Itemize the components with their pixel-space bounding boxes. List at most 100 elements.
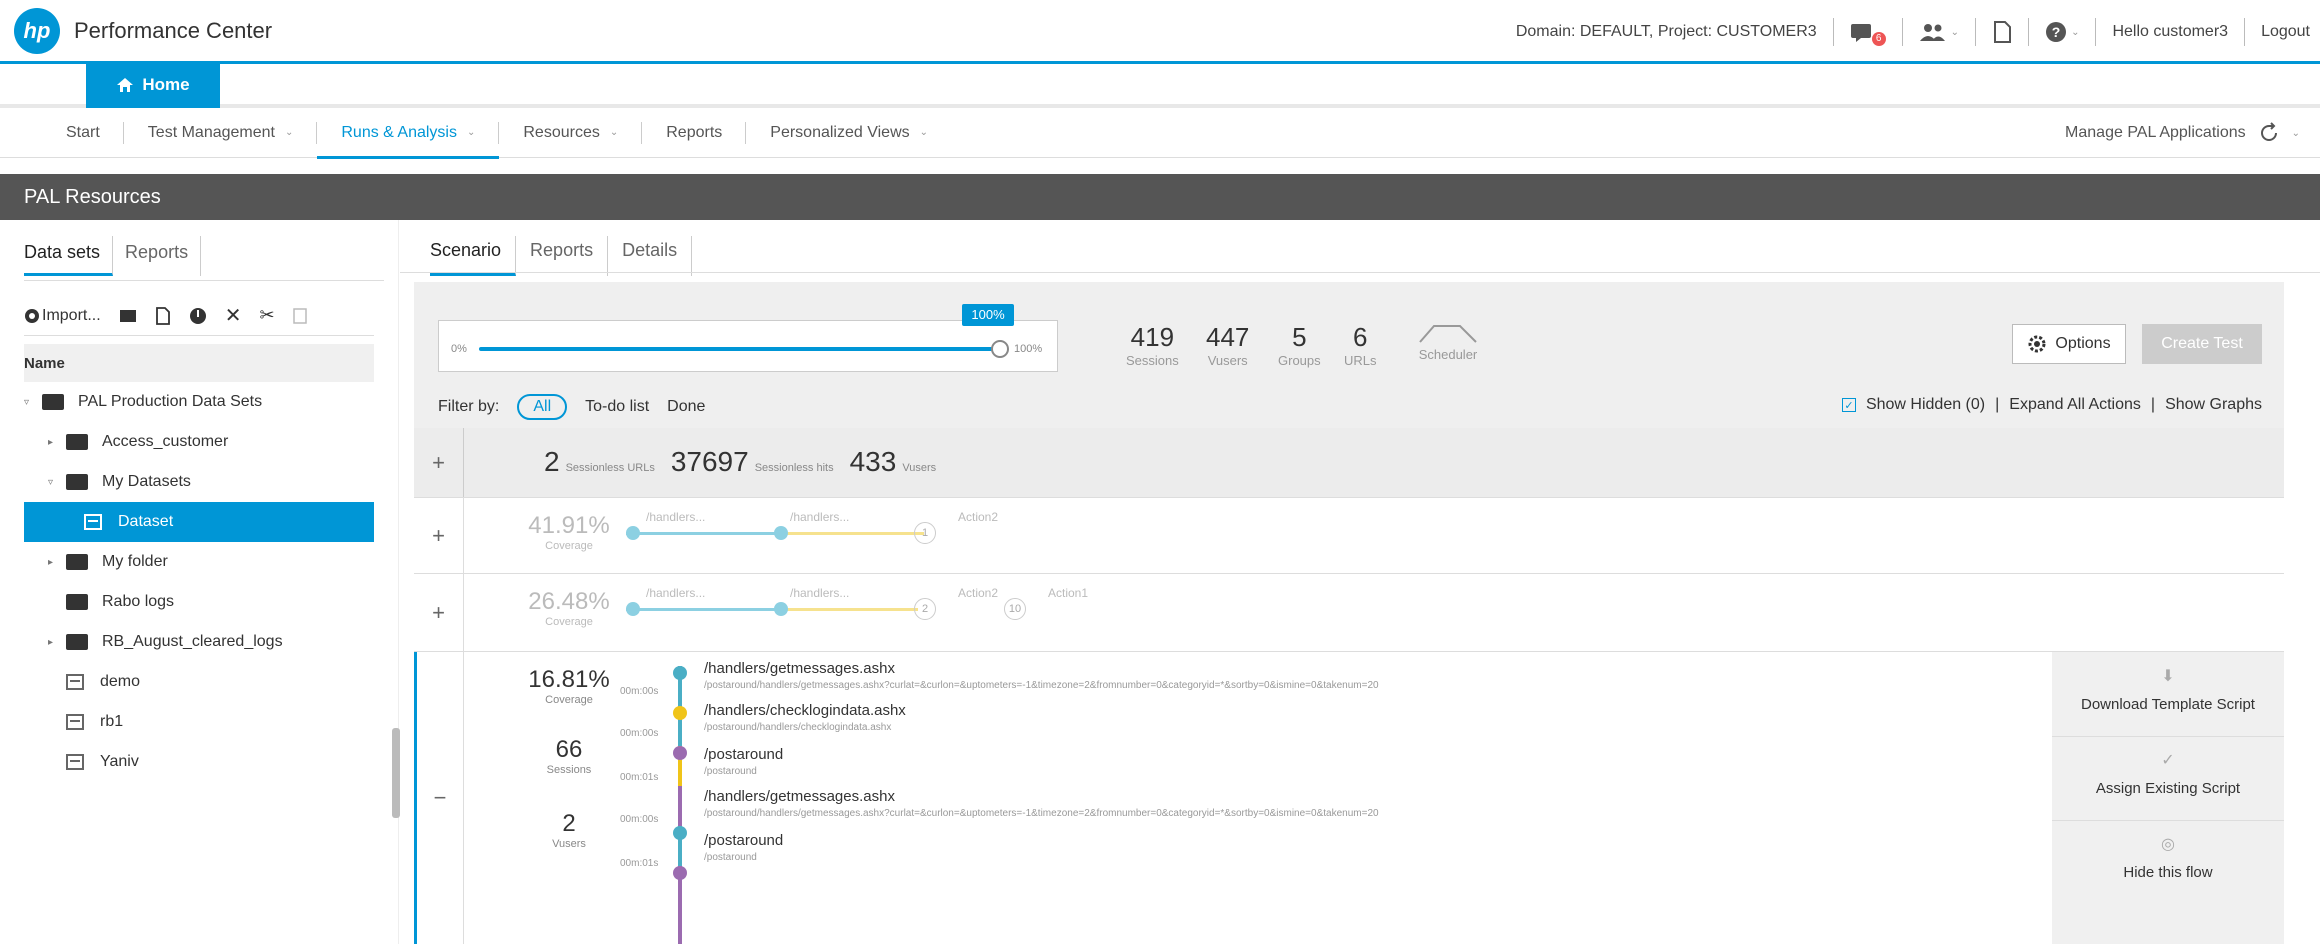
request-title[interactable]: /postaround [704, 832, 783, 849]
import-button[interactable]: Import... [24, 307, 101, 325]
download-template-script-button[interactable]: ⬇ Download Template Script [2052, 666, 2284, 713]
tab-reports-left[interactable]: Reports [113, 236, 202, 276]
show-hidden-checkbox[interactable]: ✓ [1841, 398, 1856, 412]
refresh-icon[interactable] [2258, 122, 2280, 144]
coverage-label: Coverage [545, 694, 593, 706]
loop-count: 10 [1004, 598, 1026, 620]
power-icon[interactable] [189, 307, 207, 325]
sessionless-value: 2 [544, 446, 560, 477]
expand-button[interactable]: + [414, 498, 464, 573]
home-tab[interactable]: Home [86, 62, 220, 108]
cut-icon[interactable]: ✂ [259, 305, 274, 326]
expand-arrow-icon[interactable]: ▸ [48, 437, 66, 448]
document-icon[interactable] [1992, 21, 2012, 43]
show-graphs-link[interactable]: Show Graphs [2165, 396, 2262, 414]
expand-arrow-icon[interactable]: ▿ [48, 477, 66, 488]
header-right: Domain: DEFAULT, Project: CUSTOMER3 6 ⌄ … [1516, 0, 2310, 64]
nav-reports[interactable]: Reports [642, 108, 747, 158]
loop-count: 2 [914, 598, 936, 620]
filter-bar: Filter by: All To-do list Done [438, 394, 705, 420]
sessionless-label: Sessionless URLs [565, 462, 655, 474]
filter-all[interactable]: All [517, 394, 568, 420]
request-title[interactable]: /handlers/getmessages.ashx [704, 788, 895, 805]
tree-item-dataset[interactable]: Dataset [24, 502, 374, 542]
expand-button[interactable]: + [414, 428, 464, 497]
tree-item-access-customer[interactable]: ▸ Access_customer [24, 422, 374, 462]
create-test-button[interactable]: Create Test [2142, 324, 2262, 364]
users-icon[interactable]: ⌄ [1919, 22, 1959, 42]
hide-flow-button[interactable]: ◎ Hide this flow [2052, 834, 2284, 881]
tab-data-sets[interactable]: Data sets [24, 236, 114, 276]
panel-splitter[interactable] [392, 728, 400, 818]
new-folder-icon[interactable] [119, 308, 137, 323]
collapse-button[interactable]: − [414, 652, 464, 944]
tree-label: PAL Production Data Sets [78, 393, 263, 410]
tab-scenario[interactable]: Scenario [430, 236, 517, 276]
nav-personalized-views[interactable]: Personalized Views ⌄ [746, 108, 952, 158]
tree-label: Access_customer [102, 433, 229, 450]
sessionless-value: 37697 [670, 446, 749, 477]
slider-track[interactable] [479, 347, 999, 351]
tree-item-my-folder[interactable]: ▸ My folder [24, 542, 374, 582]
coverage-slider[interactable]: 0% 100% [438, 320, 1058, 372]
action-label: Assign Existing Script [2095, 780, 2241, 797]
tree-item-pal-production[interactable]: ▿ PAL Production Data Sets [24, 382, 374, 422]
home-tab-label: Home [142, 75, 190, 94]
nav-start[interactable]: Start [0, 108, 124, 158]
tab-details[interactable]: Details [608, 236, 693, 276]
flow-actions: ⬇ Download Template Script ✓ Assign Exis… [2052, 652, 2284, 944]
slider-handle[interactable] [991, 340, 1009, 358]
filter-done[interactable]: Done [667, 398, 705, 416]
tree-label: Yaniv [100, 753, 139, 770]
expand-all-link[interactable]: Expand All Actions [2009, 396, 2141, 414]
manage-pal-link[interactable]: Manage PAL Applications [2065, 124, 2246, 142]
nav-test-management[interactable]: Test Management ⌄ [124, 108, 318, 158]
request-title[interactable]: /handlers/getmessages.ashx [704, 660, 895, 677]
tree-item-rabo-logs[interactable]: Rabo logs [24, 582, 374, 622]
name-column-header[interactable]: Name [24, 344, 374, 382]
nav-resources[interactable]: Resources ⌄ [499, 108, 643, 158]
expanded-flow-row: − 16.81% Coverage 66 Sessions 2 Vusers /… [414, 652, 2284, 944]
expand-button[interactable]: + [414, 574, 464, 651]
expand-arrow-icon[interactable]: ▿ [24, 397, 42, 408]
step-duration: 00m:01s [620, 772, 659, 783]
paste-icon[interactable] [292, 307, 307, 324]
home-icon [117, 78, 134, 92]
vusers-label: Vusers [552, 838, 586, 850]
edit-icon[interactable] [155, 306, 171, 325]
options-button[interactable]: Options [2012, 324, 2126, 364]
chevron-down-icon[interactable]: ⌄ [2292, 128, 2300, 139]
tree-label: rb1 [100, 713, 124, 730]
request-title[interactable]: /handlers/checklogindata.ashx [704, 702, 906, 719]
expand-arrow-icon[interactable]: ▸ [48, 557, 66, 568]
divider [398, 220, 399, 944]
coverage: 16.81% Coverage [524, 666, 614, 706]
nav-runs-analysis[interactable]: Runs & Analysis ⌄ [317, 108, 500, 159]
folder-icon [66, 474, 88, 490]
filter-todo[interactable]: To-do list [585, 398, 649, 416]
tree-item-my-datasets[interactable]: ▿ My Datasets [24, 462, 374, 502]
scheduler-widget[interactable]: Scheduler [1418, 322, 1478, 362]
tree-item-rb1[interactable]: rb1 [24, 702, 374, 742]
tree-item-yaniv[interactable]: Yaniv [24, 742, 374, 782]
filter-label: Filter by: [438, 398, 500, 415]
sessions-count: 66 Sessions [524, 736, 614, 776]
stat-label: Sessions [1126, 353, 1179, 368]
notifications-icon[interactable]: 6 [1850, 18, 1886, 46]
dataset-tree: ▿ PAL Production Data Sets ▸ Access_cust… [24, 382, 374, 782]
help-icon[interactable]: ? ⌄ [2045, 21, 2079, 43]
flow-node [626, 602, 640, 616]
expand-arrow-icon[interactable]: ▸ [48, 637, 66, 648]
tree-item-demo[interactable]: demo [24, 662, 374, 702]
request-title[interactable]: /postaround [704, 746, 783, 763]
tree-item-rb-august[interactable]: ▸ RB_August_cleared_logs [24, 622, 374, 662]
show-hidden-link[interactable]: Show Hidden (0) [1866, 396, 1985, 414]
delete-icon[interactable]: ✕ [225, 303, 242, 328]
assign-existing-script-button[interactable]: ✓ Assign Existing Script [2052, 750, 2284, 797]
divider [2052, 820, 2284, 821]
hp-logo: hp [14, 7, 60, 54]
logout-link[interactable]: Logout [2261, 23, 2310, 41]
tab-reports[interactable]: Reports [516, 236, 609, 276]
timeline-node [673, 746, 687, 760]
chevron-down-icon: ⌄ [1950, 26, 1960, 38]
